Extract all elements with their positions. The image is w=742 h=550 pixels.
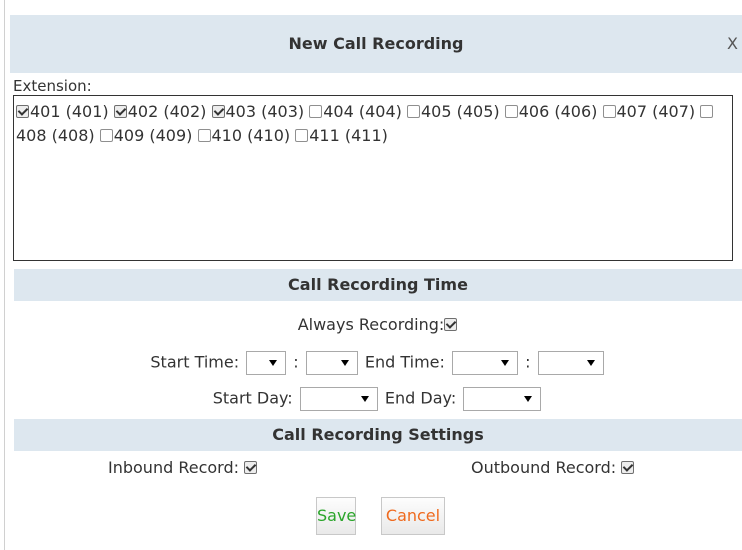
extension-item-label: 402 (402) xyxy=(127,102,207,121)
extension-checkbox[interactable] xyxy=(504,105,518,118)
extension-checkbox[interactable] xyxy=(113,105,127,118)
inbound-record-checkbox[interactable] xyxy=(244,461,258,474)
end-minute-select[interactable] xyxy=(537,350,604,375)
always-recording-label: Always Recording: xyxy=(297,315,445,334)
recording-settings-heading: Call Recording Settings xyxy=(14,419,742,451)
always-recording-checkbox[interactable] xyxy=(444,318,458,331)
extension-checkbox[interactable] xyxy=(197,129,211,142)
extension-checkbox[interactable] xyxy=(700,105,714,118)
end-time-label: End Time: xyxy=(364,352,445,372)
extension-item[interactable]: 404 (404) xyxy=(309,102,402,121)
extension-item-label: 409 (409) xyxy=(113,126,193,145)
extension-item-label: 404 (404) xyxy=(323,102,402,121)
start-time-separator: : xyxy=(293,352,299,372)
extension-checkbox[interactable] xyxy=(211,105,225,118)
left-border xyxy=(4,0,5,550)
extension-item-label: 406 (406) xyxy=(518,102,598,121)
extension-checkbox[interactable] xyxy=(16,105,29,118)
end-hour-select[interactable] xyxy=(452,350,519,375)
time-row: Start Time: : End Time: : xyxy=(14,348,742,376)
dialog-title-bar: New Call Recording X xyxy=(10,15,742,73)
save-button[interactable]: Save xyxy=(316,497,356,535)
extension-item-label: 405 (405) xyxy=(421,102,500,121)
extension-item-label: 401 (401) xyxy=(30,102,109,121)
extension-item[interactable]: 401 (401) xyxy=(16,102,109,121)
extension-item-label: 408 (408) xyxy=(16,126,95,145)
extension-item[interactable]: 402 (402) xyxy=(113,102,207,121)
extension-item-label: 407 (407) xyxy=(616,102,696,121)
extension-item[interactable]: 405 (405) xyxy=(407,102,500,121)
start-day-select[interactable] xyxy=(299,386,378,411)
day-row: Start Day: End Day: xyxy=(14,384,742,412)
extension-item[interactable]: 406 (406) xyxy=(504,102,598,121)
extension-checkbox[interactable] xyxy=(309,105,323,118)
extension-item[interactable]: 410 (410) xyxy=(197,126,291,145)
start-day-label: Start Day: xyxy=(212,388,293,408)
extension-item[interactable]: 403 (403) xyxy=(211,102,305,121)
end-time-separator: : xyxy=(525,352,531,372)
extension-checkbox[interactable] xyxy=(99,129,113,142)
start-hour-select[interactable] xyxy=(246,350,287,375)
extension-checkbox[interactable] xyxy=(602,105,616,118)
extension-item-label: 410 (410) xyxy=(211,126,291,145)
extension-checkbox[interactable] xyxy=(295,129,309,142)
cancel-button[interactable]: Cancel xyxy=(381,497,445,535)
always-recording-row: Always Recording: xyxy=(14,312,742,338)
extension-checkbox[interactable] xyxy=(407,105,420,118)
end-day-select[interactable] xyxy=(463,386,542,411)
extension-item-label: 403 (403) xyxy=(225,102,305,121)
outbound-record-label: Outbound Record: xyxy=(471,458,617,477)
outbound-record-checkbox[interactable] xyxy=(621,461,635,474)
end-day-label: End Day: xyxy=(384,388,457,408)
outbound-record-row: Outbound Record: xyxy=(471,456,635,480)
extension-list: 401 (401) 402 (402) 403 (403) 404 (404) … xyxy=(13,95,733,261)
close-button[interactable]: X xyxy=(727,15,738,73)
dialog-title: New Call Recording xyxy=(288,34,464,53)
recording-time-heading: Call Recording Time xyxy=(14,269,742,301)
extension-label: Extension: xyxy=(13,77,92,95)
extension-item[interactable]: 411 (411) xyxy=(295,126,388,145)
extension-item[interactable]: 409 (409) xyxy=(99,126,193,145)
extension-item[interactable]: 407 (407) xyxy=(602,102,696,121)
extension-item-label: 411 (411) xyxy=(309,126,388,145)
start-time-label: Start Time: xyxy=(150,352,240,372)
start-minute-select[interactable] xyxy=(305,350,358,375)
inbound-record-label: Inbound Record: xyxy=(108,458,239,477)
inbound-record-row: Inbound Record: xyxy=(108,456,258,480)
